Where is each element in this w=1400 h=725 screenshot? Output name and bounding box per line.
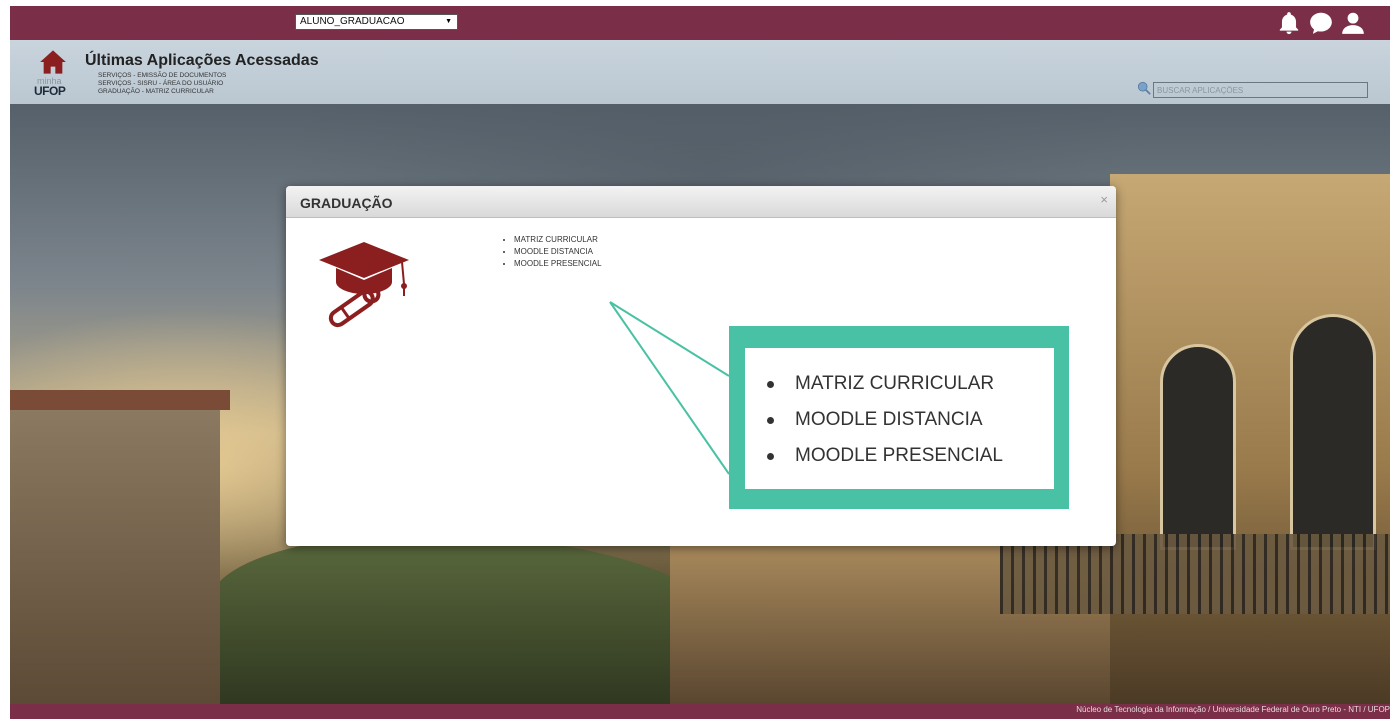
zoom-callout-list: MATRIZ CURRICULAR MOODLE DISTANCIA MOODL… <box>765 366 1003 474</box>
app-link-moodle-presencial[interactable]: MOODLE PRESENCIAL <box>514 258 602 270</box>
graduation-cap-icon <box>319 242 409 328</box>
profile-select-value: ALUNO_GRADUACAO <box>300 16 405 27</box>
background-building-right <box>1110 174 1390 704</box>
modal-title: GRADUAÇÃO <box>300 195 393 211</box>
user-icon[interactable] <box>1340 10 1366 36</box>
recent-app-link[interactable]: GRADUAÇÃO - MATRIZ CURRICULAR <box>98 88 226 96</box>
app-link-moodle-distancia[interactable]: MOODLE DISTANCIA <box>514 246 602 258</box>
top-icons <box>1276 10 1366 38</box>
home-icon <box>40 50 66 74</box>
chat-icon[interactable] <box>1308 10 1334 36</box>
bell-icon[interactable] <box>1276 10 1302 36</box>
zoom-callout-content: MATRIZ CURRICULAR MOODLE DISTANCIA MOODL… <box>745 348 1054 489</box>
background-balcony <box>1000 534 1390 614</box>
zoom-item-moodle-distancia: MOODLE DISTANCIA <box>765 402 1003 438</box>
header: minha UFOP Últimas Aplicações Acessadas … <box>10 40 1390 104</box>
zoom-item-moodle-presencial: MOODLE PRESENCIAL <box>765 438 1003 474</box>
zoom-callout: MATRIZ CURRICULAR MOODLE DISTANCIA MOODL… <box>729 326 1069 509</box>
logo-brand: UFOP <box>34 84 66 98</box>
profile-select[interactable]: ALUNO_GRADUACAO ▼ <box>295 14 458 30</box>
background-hill <box>210 534 730 704</box>
app-link-matriz-curricular[interactable]: MATRIZ CURRICULAR <box>514 234 602 246</box>
recent-app-link[interactable]: SERVIÇOS - SISRU - ÁREA DO USUÁRIO <box>98 80 226 88</box>
recent-apps-title: Últimas Aplicações Acessadas <box>85 52 319 69</box>
modal-header: GRADUAÇÃO × <box>286 186 1116 218</box>
search-icon[interactable] <box>1137 81 1151 95</box>
app-list: MATRIZ CURRICULAR MOODLE DISTANCIA MOODL… <box>504 234 602 270</box>
recent-app-link[interactable]: SERVIÇOS - EMISSÃO DE DOCUMENTOS <box>98 72 226 80</box>
footer: Núcleo de Tecnologia da Informação / Uni… <box>10 704 1390 719</box>
recent-apps-list: SERVIÇOS - EMISSÃO DE DOCUMENTOS SERVIÇO… <box>98 72 226 96</box>
close-icon[interactable]: × <box>1100 192 1108 207</box>
top-bar: ALUNO_GRADUACAO ▼ <box>10 6 1390 40</box>
chevron-down-icon: ▼ <box>445 18 452 25</box>
search-input[interactable] <box>1153 82 1368 98</box>
footer-text: Núcleo de Tecnologia da Informação / Uni… <box>1076 705 1390 714</box>
zoom-item-matriz-curricular: MATRIZ CURRICULAR <box>765 366 1003 402</box>
background-building-left <box>10 390 230 704</box>
logo[interactable]: minha UFOP <box>30 46 80 102</box>
